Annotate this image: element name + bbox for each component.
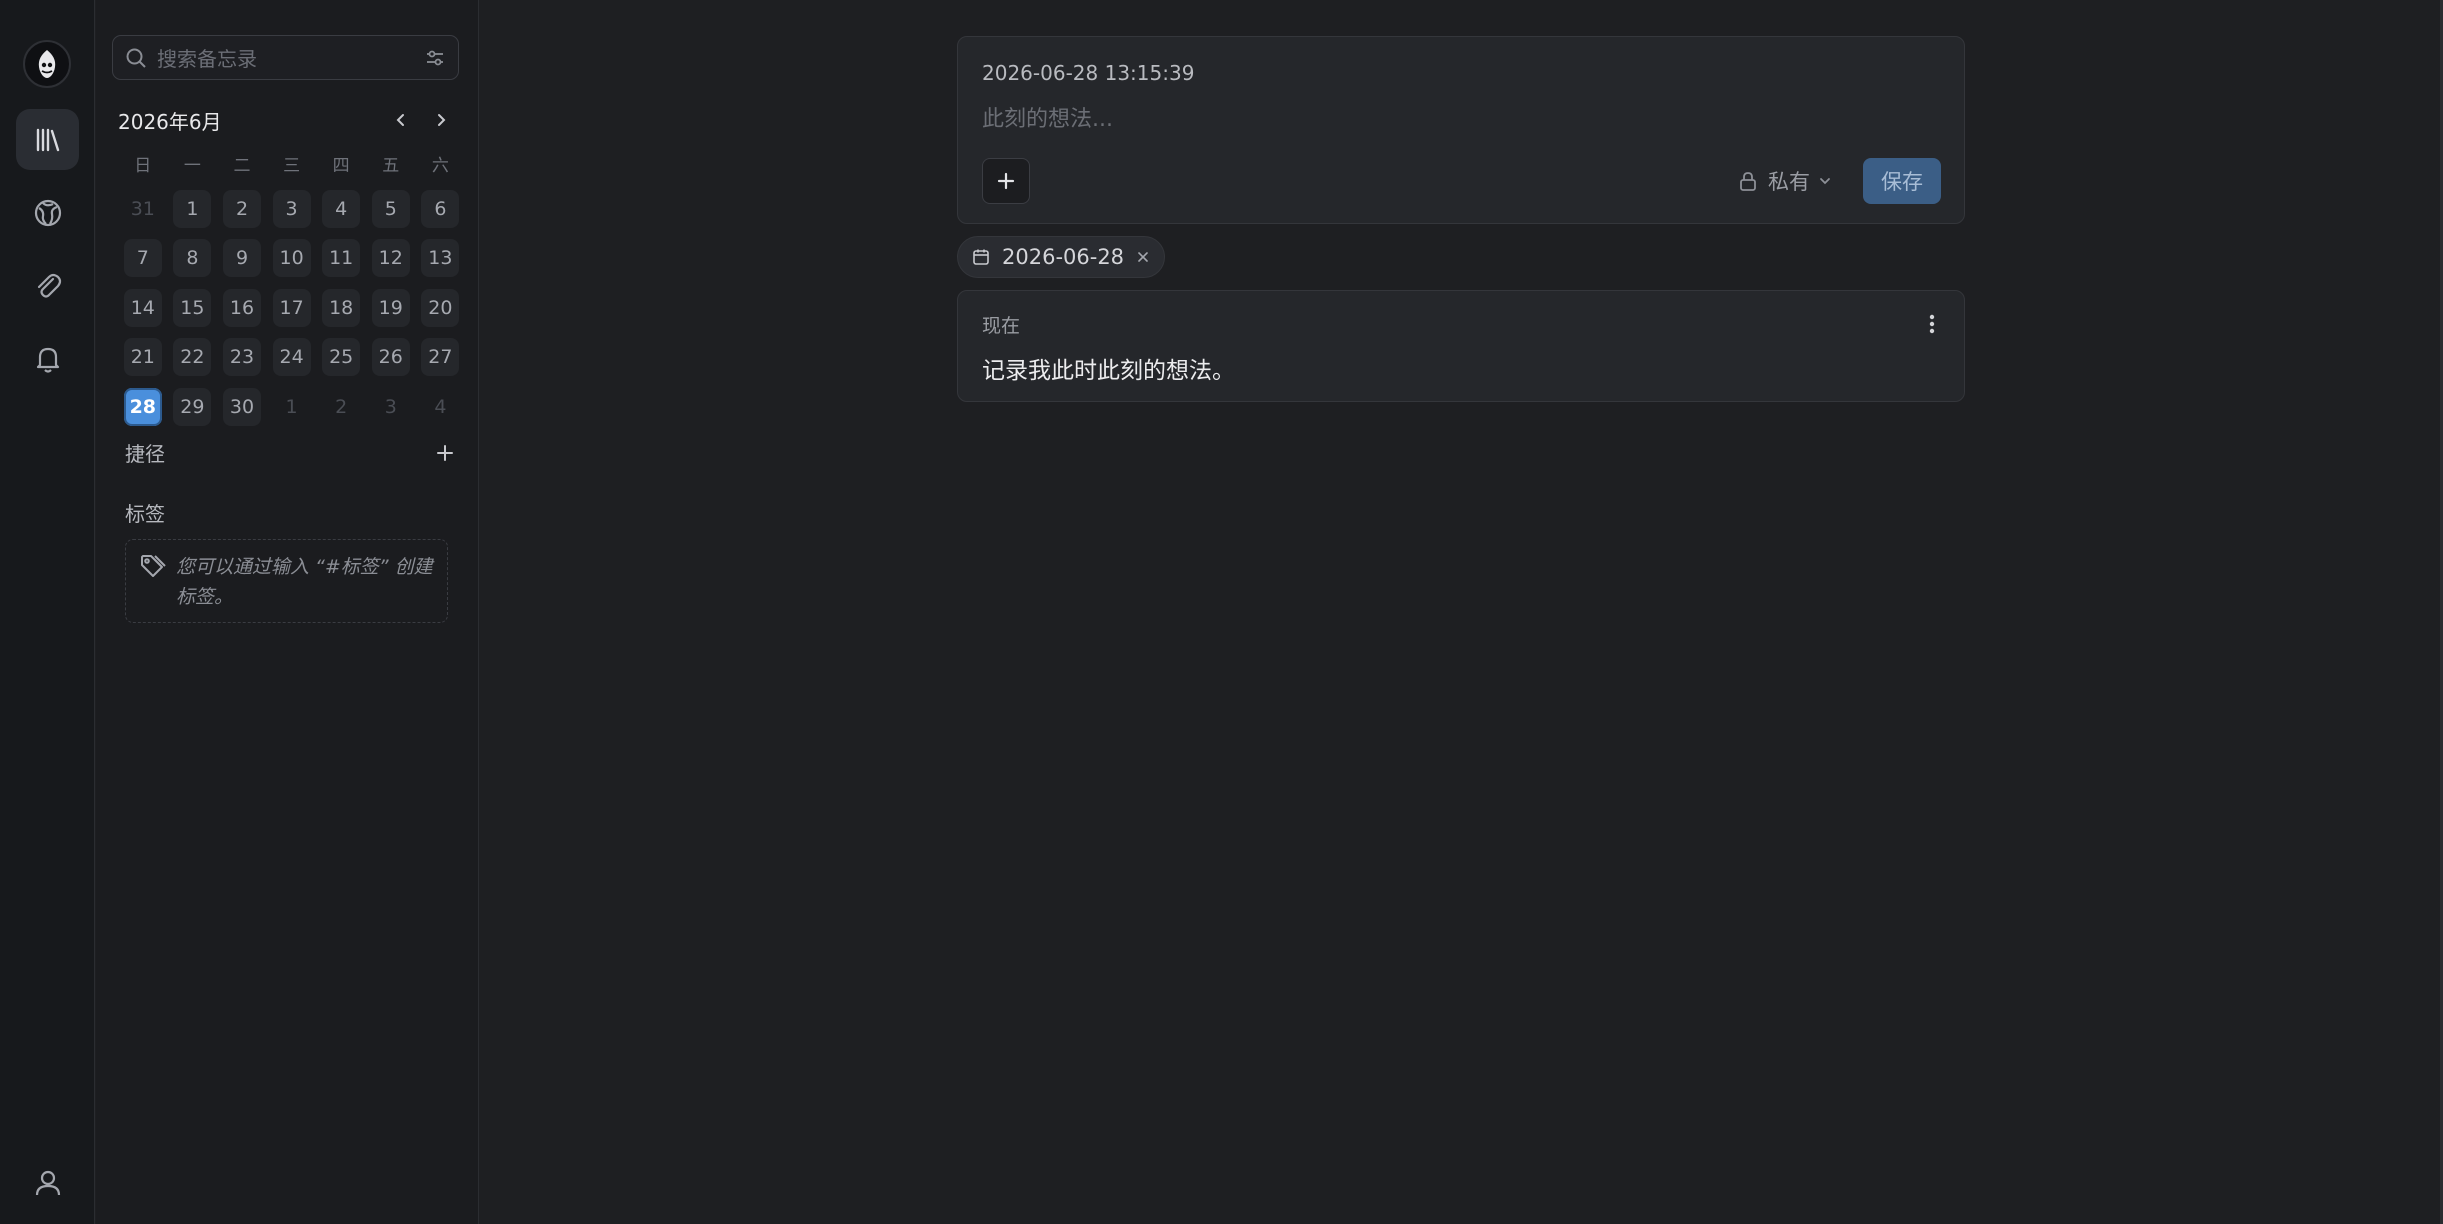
app-root: 搜索备忘录 2026年6月 日一二三四五六 31 1 2 3 4 5 6 7 8 9 10 11 12 13… (0, 0, 2443, 1224)
shortcuts-label: 捷径 (125, 442, 165, 466)
tags-empty-text: 您可以通过输入 “#标签” 创建标签。 (176, 556, 433, 608)
calendar-day[interactable]: 20 (421, 288, 460, 327)
calendar-day[interactable]: 23 (222, 338, 261, 376)
calendar-next-button[interactable] (424, 103, 458, 137)
calendar-day[interactable]: 15 (173, 288, 212, 327)
rail-inbox-button[interactable] (16, 328, 79, 389)
close-icon[interactable] (1136, 250, 1150, 264)
calendar-day[interactable]: 4 (322, 189, 361, 228)
add-shortcut-icon[interactable] (435, 443, 455, 463)
memo-more-button[interactable] (1920, 309, 1944, 339)
calendar-header: 2026年6月 (118, 103, 458, 137)
memo-content-input[interactable]: 此刻的想法... (982, 101, 1113, 133)
explore-icon (34, 199, 61, 226)
tag-icon (141, 555, 166, 577)
calendar-day[interactable]: 9 (222, 239, 261, 277)
more-vertical-icon (1929, 314, 1935, 334)
calendar-day[interactable]: 18 (322, 288, 361, 327)
calendar-weekday: 四 (332, 155, 350, 176)
sidebar: 搜索备忘录 2026年6月 日一二三四五六 31 1 2 3 4 5 6 7 8 9 10 11 12 13… (96, 0, 479, 1224)
editor-add-button[interactable] (982, 158, 1030, 204)
calendar-day[interactable]: 25 (322, 338, 361, 376)
memos-icon (36, 128, 59, 151)
nav-rail (0, 0, 95, 1224)
calendar-day[interactable]: 31 (124, 190, 162, 228)
tags-empty-hint: 您可以通过输入 “#标签” 创建标签。 (125, 539, 448, 623)
logo-icon (38, 50, 56, 78)
memo-time: 现在 (982, 315, 1021, 337)
calendar-day[interactable]: 2 (322, 388, 360, 426)
chevron-right-icon (438, 114, 446, 126)
calendar-weekday: 日 (134, 155, 152, 176)
filter-settings-icon[interactable] (424, 47, 446, 69)
calendar-day[interactable]: 27 (421, 338, 460, 376)
calendar-day[interactable]: 19 (371, 288, 410, 327)
calendar-weekday: 五 (382, 155, 400, 176)
calendar-day[interactable]: 1 (273, 388, 311, 426)
calendar-day[interactable]: 21 (123, 338, 162, 376)
memo-editor[interactable]: 2026-06-28 13:15:39 此刻的想法... 私有 保存 (957, 36, 1965, 224)
calendar-day[interactable]: 6 (421, 189, 460, 228)
calendar-weekday: 二 (233, 155, 251, 176)
app-logo[interactable] (23, 40, 71, 88)
calendar-day[interactable]: 2 (222, 189, 261, 228)
rail-memos-button[interactable] (16, 109, 79, 170)
plus-icon (997, 172, 1015, 190)
search-box[interactable]: 搜索备忘录 (112, 35, 459, 80)
search-input[interactable]: 搜索备忘录 (157, 43, 424, 72)
calendar-day[interactable]: 10 (272, 239, 311, 277)
calendar-day[interactable]: 12 (371, 239, 410, 277)
calendar-grid: 日一二三四五六 31 1 2 3 4 5 6 7 8 9 10 11 12 13 14 15 16 17 18 19 20… (118, 148, 462, 426)
calendar-day[interactable]: 24 (272, 338, 311, 376)
calendar-day[interactable]: 3 (372, 388, 410, 426)
calendar-day[interactable]: 26 (371, 338, 410, 376)
memo-card: 现在 记录我此时此刻的想法。 (957, 290, 1965, 402)
chevron-left-icon (396, 114, 404, 126)
rail-user-button[interactable] (16, 1152, 79, 1213)
calendar-day[interactable]: 3 (272, 189, 311, 228)
calendar-month-title: 2026年6月 (118, 109, 222, 134)
visibility-label: 私有 (1768, 170, 1810, 194)
calendar-day[interactable]: 29 (173, 387, 212, 426)
calendar-day[interactable]: 7 (123, 239, 162, 277)
calendar-day[interactable]: 8 (173, 239, 212, 277)
calendar-prev-button[interactable] (384, 103, 418, 137)
lock-icon (1740, 172, 1756, 191)
calendar-weekday: 六 (431, 155, 449, 176)
visibility-select[interactable]: 私有 (1738, 158, 1832, 204)
shortcuts-section: 捷径 (125, 438, 455, 467)
calendar-day[interactable]: 4 (421, 388, 459, 426)
bell-icon (36, 347, 59, 373)
editor-timestamp: 2026-06-28 13:15:39 (982, 61, 1195, 85)
rail-attachments-button[interactable] (16, 255, 79, 316)
tags-section: 标签 (125, 498, 455, 527)
calendar-day[interactable]: 30 (222, 387, 261, 426)
calendar-weekday: 三 (283, 155, 301, 176)
calendar-day[interactable]: 1 (173, 189, 212, 228)
calendar-day[interactable]: 13 (421, 239, 460, 277)
calendar-day[interactable]: 5 (371, 189, 410, 228)
calendar-weekday: 一 (183, 155, 201, 176)
calendar-day[interactable]: 16 (222, 288, 261, 327)
tags-label: 标签 (125, 502, 165, 526)
calendar-day[interactable]: 14 (123, 288, 162, 327)
search-icon (126, 48, 146, 68)
date-filter-chip[interactable]: 2026-06-28 (957, 236, 1165, 278)
save-button[interactable]: 保存 (1863, 158, 1941, 204)
calendar-icon (973, 249, 989, 265)
memo-content: 记录我此时此刻的想法。 (982, 358, 1235, 384)
date-filter-label: 2026-06-28 (1002, 245, 1125, 269)
calendar-day-today[interactable]: 28 (123, 387, 162, 426)
user-icon (35, 1170, 60, 1195)
calendar-day[interactable]: 22 (173, 338, 212, 376)
attachment-icon (37, 273, 61, 298)
rail-explore-button[interactable] (16, 182, 79, 243)
calendar-day[interactable]: 17 (272, 288, 311, 327)
chevron-down-icon (1820, 178, 1830, 185)
calendar-day[interactable]: 11 (322, 239, 361, 277)
